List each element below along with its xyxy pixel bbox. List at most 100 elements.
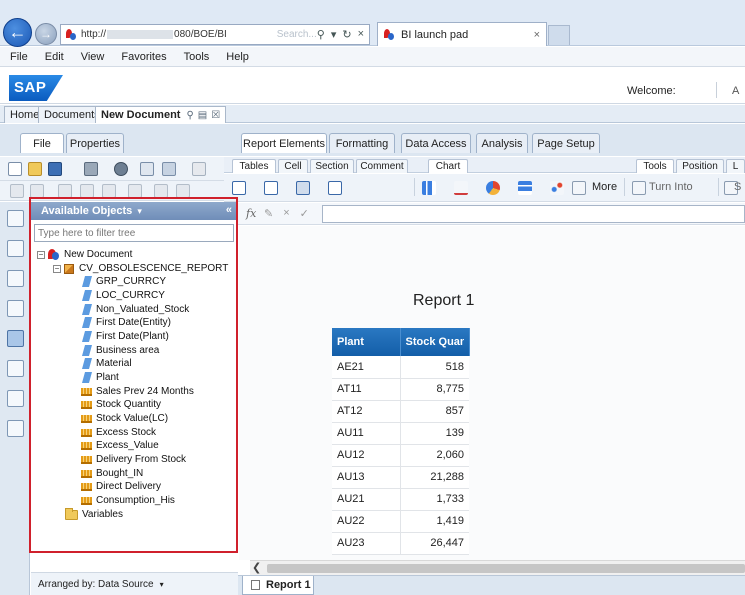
report-canvas[interactable]: Report 1 Plant Stock Quantity AE21518AT1… <box>239 226 745 560</box>
tree-node-dimension[interactable]: First Date(Entity) <box>82 316 171 329</box>
fx-icon[interactable]: fx <box>246 207 256 220</box>
copy-icon[interactable] <box>80 184 94 198</box>
refresh-data-icon[interactable] <box>176 184 190 198</box>
turn-into-button[interactable]: Turn Into <box>649 181 693 193</box>
horizontal-scrollbar[interactable]: ❮ <box>250 560 745 575</box>
subtab-comment[interactable]: Comment <box>356 159 408 173</box>
cell-stock-quantity[interactable]: 1,733 <box>399 488 469 511</box>
tree-node-dimension[interactable]: First Date(Plant) <box>82 330 169 343</box>
back-button[interactable]: ← <box>3 18 32 47</box>
menu-edit[interactable]: Edit <box>45 51 64 63</box>
delete-icon[interactable] <box>128 184 142 198</box>
form-table-icon[interactable] <box>328 181 342 195</box>
tree-node-dimension[interactable]: Plant <box>82 371 119 384</box>
cell-stock-quantity[interactable]: 26,447 <box>399 532 469 555</box>
pie-chart-icon[interactable] <box>486 181 500 195</box>
tab-report-elements[interactable]: Report Elements <box>241 133 327 153</box>
subtab-layout[interactable]: L <box>726 159 745 173</box>
find-icon[interactable] <box>114 162 128 176</box>
arranged-by-selector[interactable]: Arranged by: Data Source ▾ <box>31 572 238 595</box>
bar-chart-icon[interactable] <box>422 181 436 195</box>
subtab-cell[interactable]: Cell <box>278 159 308 173</box>
document-structure-icon[interactable] <box>7 360 24 377</box>
cell-plant[interactable]: AE21 <box>332 356 400 379</box>
tree-node-variables[interactable]: Variables <box>65 507 123 521</box>
tab-data-access[interactable]: Data Access <box>401 133 471 153</box>
track-changes-icon[interactable] <box>140 162 154 176</box>
formula-editor-icon[interactable]: ✎ <box>264 207 273 220</box>
horizontal-bar-chart-icon[interactable] <box>518 181 532 195</box>
cell-plant[interactable]: AU11 <box>332 422 400 445</box>
close-icon[interactable]: × <box>358 28 364 41</box>
send-mail-icon[interactable] <box>192 162 206 176</box>
table-row[interactable]: AU12 2,060 <box>332 444 469 467</box>
scroll-left-icon[interactable]: ❮ <box>252 561 261 574</box>
help-icon[interactable] <box>7 300 24 317</box>
table-row[interactable]: AU21 1,733 <box>332 488 469 511</box>
cell-stock-quantity[interactable]: 139 <box>399 422 469 445</box>
tree-node-dimension[interactable]: Business area <box>82 344 159 357</box>
cell-stock-quantity[interactable]: 2,060 <box>399 444 469 467</box>
refresh-icon[interactable]: ↻ <box>342 28 351 41</box>
truncated-toolbar-label[interactable]: S <box>734 181 741 193</box>
open-folder-icon[interactable] <box>28 162 42 176</box>
tree-node-measure[interactable]: Stock Value(LC) <box>81 412 168 425</box>
table-row[interactable]: AT12 857 <box>332 400 469 423</box>
document-summary-icon[interactable] <box>7 210 24 227</box>
tab-page-setup[interactable]: Page Setup <box>532 133 600 153</box>
dropdown-icon[interactable]: ▾ <box>331 28 337 41</box>
line-chart-icon[interactable] <box>454 181 468 195</box>
chevron-down-icon[interactable]: ▾ <box>137 206 142 217</box>
cell-stock-quantity[interactable]: 1,419 <box>399 510 469 533</box>
table-icon[interactable] <box>232 181 246 195</box>
table-row[interactable]: AU23 26,447 <box>332 532 469 555</box>
scrollbar-thumb[interactable] <box>267 564 745 573</box>
redo-icon[interactable] <box>30 184 44 198</box>
table-row[interactable]: AE21 518 <box>332 356 469 379</box>
tab-formatting[interactable]: Formatting <box>329 133 395 153</box>
export-icon[interactable] <box>162 162 176 176</box>
browser-tab-bi-launch-pad[interactable]: BI launch pad × <box>377 22 547 46</box>
menu-tools[interactable]: Tools <box>184 51 210 63</box>
menu-file[interactable]: File <box>10 51 28 63</box>
collapse-panel-icon[interactable]: « <box>226 204 232 216</box>
comments-icon[interactable] <box>7 420 24 437</box>
filter-tree-input[interactable]: Type here to filter tree <box>34 224 234 242</box>
tree-node-measure[interactable]: Bought_IN <box>81 467 143 480</box>
column-header-plant[interactable]: Plant <box>332 328 401 356</box>
report-map-icon[interactable] <box>7 240 24 257</box>
cut-icon[interactable] <box>58 184 72 198</box>
tree-node-dimension[interactable]: Material <box>82 357 132 370</box>
tab-new-document[interactable]: New Document ⚲ ▤ ☒ <box>95 106 227 123</box>
columns-icon[interactable] <box>264 181 278 195</box>
available-objects-icon[interactable] <box>7 330 24 347</box>
cell-plant[interactable]: AT11 <box>332 378 400 401</box>
data-links-icon[interactable] <box>7 390 24 407</box>
tree-node-universe[interactable]: − CV_OBSOLESCENCE_REPORT <box>53 262 228 275</box>
cell-plant[interactable]: AU12 <box>332 444 400 467</box>
collapse-node-icon[interactable]: − <box>37 250 45 259</box>
tree-node-measure[interactable]: Consumption_His <box>81 494 175 507</box>
tree-node-measure[interactable]: Delivery From Stock <box>81 453 186 466</box>
cell-plant[interactable]: AU13 <box>332 466 400 489</box>
chevron-down-icon[interactable]: ▾ <box>160 580 164 589</box>
tree-node-measure[interactable]: Direct Delivery <box>81 480 161 493</box>
tree-node-dimension[interactable]: Non_Valuated_Stock <box>82 303 189 316</box>
address-bar[interactable]: http:// 080/BOE/BI Search... ⚲ ▾ ↻ × <box>60 24 370 45</box>
subtab-position[interactable]: Position <box>676 159 724 173</box>
tree-node-measure[interactable]: Excess Stock <box>81 426 156 439</box>
cell-plant[interactable]: AU21 <box>332 488 400 511</box>
formula-input[interactable] <box>322 205 745 223</box>
menu-favorites[interactable]: Favorites <box>121 51 166 63</box>
paste-icon[interactable] <box>102 184 116 198</box>
new-tab-button[interactable] <box>548 25 570 45</box>
collapse-node-icon[interactable]: − <box>53 264 61 273</box>
table-row[interactable]: AU22 1,419 <box>332 510 469 533</box>
tree-node-dimension[interactable]: GRP_CURRCY <box>82 275 166 288</box>
close-icon[interactable]: ☒ <box>211 110 220 121</box>
subtab-tables[interactable]: Tables <box>232 159 276 173</box>
search-icon[interactable]: ⚲ <box>317 28 325 41</box>
cancel-formula-icon[interactable]: × <box>283 207 289 220</box>
tab-properties[interactable]: Properties <box>66 133 124 153</box>
header-app-link[interactable]: A <box>732 85 739 97</box>
